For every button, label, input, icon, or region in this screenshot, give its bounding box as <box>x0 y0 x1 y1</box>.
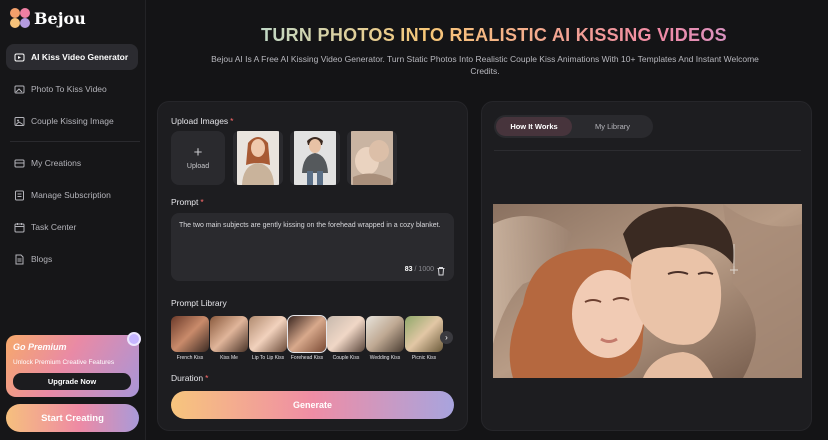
prompt-template-french-kiss[interactable]: French Kiss <box>171 316 209 361</box>
page-title: TURN PHOTOS INTO REALISTIC AI KISSING VI… <box>160 25 828 46</box>
nav-item-label: AI Kiss Video Generator <box>31 52 129 62</box>
brand-logo[interactable]: Bejou <box>10 8 86 28</box>
required-mark: * <box>200 197 204 207</box>
premium-title: Go Premium <box>13 342 67 352</box>
photo-video-icon <box>14 84 25 95</box>
subscription-icon <box>14 190 25 201</box>
creations-icon <box>14 158 25 169</box>
nav-item-label: Manage Subscription <box>31 190 111 200</box>
character-limit: / 1000 <box>414 266 434 273</box>
premium-card: Go Premium Unlock Premium Creative Featu… <box>6 332 141 397</box>
brand-name: Bejou <box>34 8 86 28</box>
upgrade-now-button[interactable]: Upgrade Now <box>13 373 131 390</box>
template-thumbnail <box>287 315 327 353</box>
prompt-template-wedding-kiss[interactable]: Wedding Kiss <box>366 316 404 361</box>
prompt-textarea[interactable]: The two main subjects are gently kissing… <box>171 213 454 281</box>
nav-item-label: Task Center <box>31 222 77 232</box>
sidebar: Bejou AI Kiss Video Generator Photo To K… <box>0 0 146 440</box>
plus-icon: + <box>193 144 203 161</box>
nav-item-manage-subscription[interactable]: Manage Subscription <box>6 182 138 208</box>
template-label: Picnic Kiss <box>411 355 437 361</box>
template-thumbnail <box>249 316 287 352</box>
prompt-template-picnic-kiss[interactable]: Picnic Kiss <box>405 316 443 361</box>
nav-item-task-center[interactable]: Task Center <box>6 214 138 240</box>
nav-item-ai-kiss-video-generator[interactable]: AI Kiss Video Generator <box>6 44 138 70</box>
template-label: Couple Kiss <box>332 355 360 361</box>
nav-item-my-creations[interactable]: My Creations <box>6 150 138 176</box>
trash-icon[interactable] <box>436 266 446 276</box>
preview-panel: How It Works My Library <box>481 101 812 431</box>
nav-item-label: Photo To Kiss Video <box>31 84 107 94</box>
prompt-text: The two main subjects are gently kissing… <box>179 222 441 229</box>
template-thumbnail <box>171 316 209 352</box>
nav-item-label: Blogs <box>31 254 53 264</box>
character-count: 83 <box>404 266 413 273</box>
nav-divider <box>10 141 140 142</box>
uploaded-image-man[interactable] <box>290 131 340 185</box>
premium-badge-icon <box>127 332 141 346</box>
prompt-label: Prompt * <box>171 197 204 207</box>
template-thumbnail <box>366 316 404 352</box>
template-label: Forehead Kiss <box>290 355 324 361</box>
upload-button-label: Upload <box>186 163 210 170</box>
required-mark: * <box>230 116 234 126</box>
nav-item-couple-kissing-image[interactable]: Couple Kissing Image <box>6 108 138 134</box>
generator-form-panel: Upload Images * + Upload Prompt * The tw… <box>157 101 468 431</box>
prompt-label-text: Prompt <box>171 197 199 207</box>
nav-item-label: Couple Kissing Image <box>31 116 114 126</box>
chevron-right-icon[interactable]: › <box>440 331 453 344</box>
template-label: French Kiss <box>176 355 204 361</box>
nav-item-label: My Creations <box>31 158 82 168</box>
image-icon <box>14 116 25 127</box>
nav-item-photo-to-kiss-video[interactable]: Photo To Kiss Video <box>6 76 138 102</box>
example-preview-image <box>493 204 802 378</box>
template-thumbnail <box>327 316 365 352</box>
tabs-divider <box>494 150 801 151</box>
required-mark: * <box>205 373 209 383</box>
prompt-template-forehead-kiss[interactable]: Forehead Kiss <box>287 315 327 361</box>
prompt-library-label: Prompt Library <box>171 298 227 308</box>
duration-label-text: Duration <box>171 373 204 383</box>
template-label: Wedding Kiss <box>369 355 401 361</box>
tab-my-library[interactable]: My Library <box>574 117 651 136</box>
butterfly-logo-icon <box>10 8 30 28</box>
duration-label: Duration * <box>171 373 208 383</box>
nav-item-blogs[interactable]: Blogs <box>6 246 138 272</box>
prompt-template-kiss-me[interactable]: Kiss Me <box>210 316 248 361</box>
template-label: Kiss Me <box>220 355 238 361</box>
document-icon <box>14 254 25 265</box>
generate-button[interactable]: Generate <box>171 391 454 419</box>
uploaded-image-pose[interactable] <box>347 131 397 185</box>
template-thumbnail <box>405 316 443 352</box>
prompt-template-couple-kiss[interactable]: Couple Kiss <box>327 316 365 361</box>
upload-button[interactable]: + Upload <box>171 131 225 185</box>
premium-subtitle: Unlock Premium Creative Features <box>13 359 115 366</box>
character-counter: 83 / 1000 <box>405 265 434 275</box>
page-subtitle: Bejou AI Is A Free AI Kissing Video Gene… <box>211 54 759 76</box>
upload-images-label-text: Upload Images <box>171 116 229 126</box>
uploaded-image-woman[interactable] <box>233 131 283 185</box>
calendar-icon <box>14 222 25 233</box>
template-thumbnail <box>210 316 248 352</box>
film-sparkle-icon <box>14 52 25 63</box>
upload-images-label: Upload Images * <box>171 116 233 126</box>
template-label: Lip To Lip Kiss <box>251 355 285 361</box>
start-creating-button[interactable]: Start Creating <box>6 404 139 432</box>
prompt-template-lip-to-lip-kiss[interactable]: Lip To Lip Kiss <box>249 316 287 361</box>
tab-how-it-works[interactable]: How It Works <box>496 117 572 136</box>
preview-tabs: How It Works My Library <box>494 115 653 138</box>
